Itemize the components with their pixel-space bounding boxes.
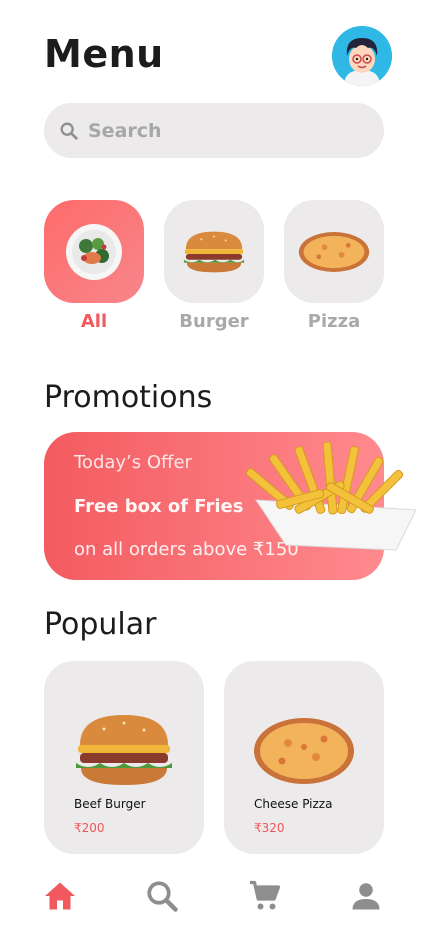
product-name: Beef Burger: [74, 797, 146, 811]
fries-icon: [246, 441, 417, 551]
page-title: Menu: [44, 32, 164, 76]
burger-icon: [183, 231, 245, 272]
product-card[interactable]: Cheese Pizza ₹320: [224, 661, 384, 854]
search-bar[interactable]: [44, 103, 384, 158]
profile-icon: [352, 883, 380, 910]
product-price: ₹200: [74, 821, 105, 835]
popular-heading: Popular: [44, 607, 157, 642]
product-name: Cheese Pizza: [254, 797, 333, 811]
category-tile: [164, 200, 264, 303]
cart-icon: [250, 880, 281, 910]
nav-search[interactable]: [142, 876, 182, 916]
promotions-heading: Promotions: [44, 380, 213, 415]
nav-profile[interactable]: [346, 876, 386, 916]
pizza-icon: [254, 718, 354, 784]
category-tile: [44, 200, 144, 303]
salad-icon: [66, 223, 122, 280]
product-price: ₹320: [254, 821, 285, 835]
avatar[interactable]: [332, 26, 392, 86]
category-label: Burger: [179, 311, 249, 332]
pizza-icon: [298, 231, 370, 272]
promo-subtitle: Today’s Offer: [74, 452, 192, 473]
avatar-icon: [332, 26, 392, 86]
search-icon: [147, 881, 178, 912]
search-input[interactable]: [88, 119, 358, 142]
nav-cart[interactable]: [245, 876, 285, 916]
product-card[interactable]: Beef Burger ₹200: [44, 661, 204, 854]
bottom-nav: [0, 862, 428, 926]
category-burger[interactable]: Burger: [164, 200, 264, 332]
category-label: All: [80, 311, 108, 332]
nav-home[interactable]: [40, 876, 80, 916]
category-all[interactable]: All: [44, 200, 144, 332]
promo-title: Free box of Fries: [74, 496, 244, 517]
category-pizza[interactable]: Pizza: [284, 200, 384, 332]
category-tile: [284, 200, 384, 303]
category-label: Pizza: [307, 311, 361, 332]
search-icon: [60, 122, 78, 140]
burger-icon: [76, 715, 172, 785]
home-icon: [45, 882, 75, 910]
